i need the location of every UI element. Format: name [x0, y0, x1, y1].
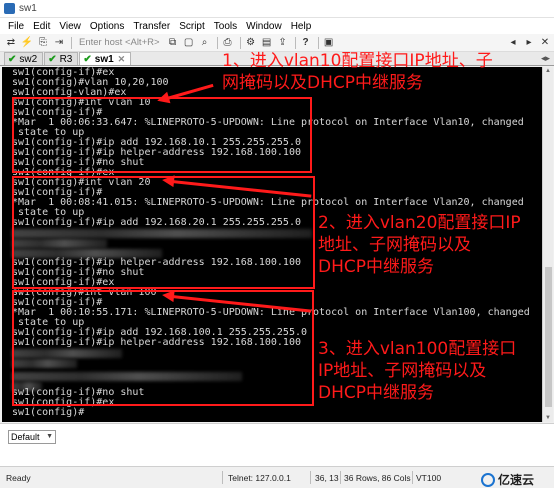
- session-select[interactable]: Default ▼: [8, 430, 56, 444]
- print-icon[interactable]: ⎙: [221, 37, 235, 48]
- disconnect-icon[interactable]: ⇥: [52, 37, 66, 48]
- command-window: Default ▼: [0, 423, 554, 466]
- status-ready: Ready: [6, 473, 31, 483]
- menu-edit[interactable]: Edit: [33, 21, 50, 32]
- connect-icon[interactable]: ⇄: [4, 37, 18, 48]
- status-size: 36 Rows, 86 Cols: [344, 473, 411, 483]
- menu-transfer[interactable]: Transfer: [133, 21, 170, 32]
- scrollbar-thumb[interactable]: [545, 267, 552, 407]
- menu-view[interactable]: View: [59, 21, 81, 32]
- title-bar: sw1: [0, 0, 554, 18]
- annotation-step1: 1、进入vlan10配置接口IP地址、子 网掩码以及DHCP中继服务: [222, 51, 493, 93]
- toolbar-divider: [294, 36, 296, 49]
- connect-tab-icon[interactable]: ⎘: [36, 37, 50, 48]
- close-icon[interactable]: ✕: [538, 37, 552, 48]
- connected-check-icon: ✔: [8, 53, 17, 65]
- keymap-icon[interactable]: ▣: [322, 37, 336, 48]
- menu-script[interactable]: Script: [179, 21, 205, 32]
- highlight-box-vlan10: [12, 97, 312, 173]
- toolbar-divider: [71, 36, 72, 49]
- scroll-down-icon[interactable]: ▼: [545, 415, 551, 421]
- toolbar-divider: [317, 36, 319, 49]
- status-divider: [412, 471, 413, 484]
- tab-sw1[interactable]: ✔ sw1 ✕: [79, 52, 132, 65]
- app-icon: [4, 3, 15, 14]
- session-options-icon[interactable]: ▤: [260, 37, 274, 48]
- brand-name: 亿速云: [497, 473, 534, 487]
- settings-icon[interactable]: ⚙: [244, 37, 258, 48]
- session-select-value: Default: [11, 432, 40, 442]
- connected-check-icon: ✔: [83, 53, 92, 65]
- status-emulation: VT100: [416, 473, 442, 483]
- connected-check-icon: ✔: [48, 53, 57, 65]
- status-bar: Ready Telnet: 127.0.0.1 36, 13 36 Rows, …: [0, 466, 554, 488]
- brand-logo: 亿速云: [480, 471, 534, 488]
- annotation-step2: 2、进入vlan20配置接口IP 地址、子网掩码以及 DHCP中继服务: [318, 213, 521, 277]
- host-input[interactable]: Enter host <Alt+R>: [79, 37, 160, 48]
- menu-bar: File Edit View Options Transfer Script T…: [0, 18, 554, 34]
- brand-logo-icon: [480, 472, 495, 487]
- chevron-down-icon: ▼: [46, 433, 53, 440]
- menu-window[interactable]: Window: [246, 21, 282, 32]
- find-icon[interactable]: ⌕: [198, 37, 212, 48]
- tab-scroll: ◂ ▸: [541, 52, 554, 65]
- pin-icon[interactable]: ◂: [506, 37, 520, 48]
- terminal-line: sw1(config)#: [12, 407, 85, 418]
- status-divider: [310, 471, 311, 484]
- menu-help[interactable]: Help: [291, 21, 312, 32]
- window-title: sw1: [19, 3, 37, 14]
- annotation-step3: 3、进入vlan100配置接口 IP地址、子网掩码以及 DHCP中继服务: [318, 339, 517, 403]
- tab-r3[interactable]: ✔ R3: [44, 52, 79, 65]
- tab-sw2[interactable]: ✔ sw2: [4, 52, 44, 65]
- status-divider: [340, 471, 341, 484]
- menu-file[interactable]: File: [8, 21, 24, 32]
- status-divider: [222, 471, 223, 484]
- quick-connect-icon[interactable]: ⚡: [20, 37, 34, 48]
- tab-scroll-right-icon[interactable]: ▸: [545, 53, 550, 64]
- menu-tools[interactable]: Tools: [214, 21, 237, 32]
- tab-close-icon[interactable]: ✕: [118, 54, 126, 65]
- sftp-icon[interactable]: ⇪: [276, 37, 290, 48]
- menu-options[interactable]: Options: [90, 21, 124, 32]
- scroll-up-icon[interactable]: ▲: [545, 68, 551, 74]
- help-icon[interactable]: ?: [299, 37, 313, 48]
- status-cursor: 36, 13: [315, 473, 339, 483]
- terminal-scrollbar[interactable]: ▲ ▼: [542, 67, 553, 422]
- paste-icon[interactable]: ▢: [182, 37, 196, 48]
- tab-label: sw1: [94, 53, 114, 65]
- tab-label: R3: [59, 53, 73, 65]
- chevron-right-icon[interactable]: ▸: [522, 37, 536, 48]
- status-connection: Telnet: 127.0.0.1: [228, 473, 291, 483]
- toolbar-divider: [216, 36, 218, 49]
- copy-icon[interactable]: ⧉: [166, 37, 180, 48]
- tab-label: sw2: [19, 53, 38, 65]
- toolbar-divider: [239, 36, 241, 49]
